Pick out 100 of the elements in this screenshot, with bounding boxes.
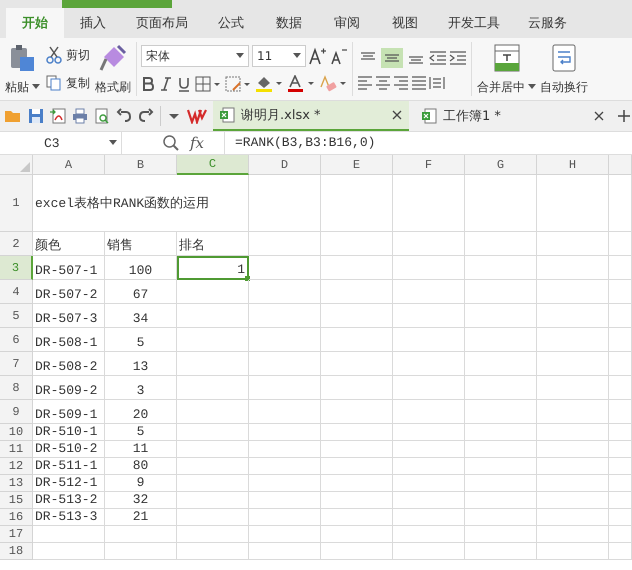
menu-tab[interactable]: 公式	[202, 8, 260, 38]
underline-icon[interactable]	[177, 76, 191, 92]
fx-label[interactable]: fx	[190, 134, 214, 152]
export-pdf-icon[interactable]	[50, 108, 66, 124]
align-left-icon[interactable]	[357, 76, 373, 90]
table-cell[interactable]	[177, 328, 249, 352]
row-header[interactable]: 9	[0, 400, 33, 424]
caret-icon	[32, 84, 40, 90]
redo-icon[interactable]	[138, 108, 154, 124]
document-tab[interactable]: 谢明月.xlsx *	[213, 101, 409, 131]
name-box[interactable]: C3	[0, 132, 122, 154]
row-header[interactable]: 5	[0, 304, 33, 328]
row-header[interactable]: 10	[0, 424, 33, 441]
increase-indent-icon[interactable]	[449, 51, 467, 65]
table-cell[interactable]	[177, 376, 249, 400]
table-cell[interactable]	[177, 400, 249, 424]
cut-button[interactable]: 剪切	[45, 46, 90, 64]
row-header[interactable]: 2	[0, 232, 33, 256]
align-right-icon[interactable]	[393, 76, 409, 90]
table-cell: 5	[105, 328, 177, 352]
row-header[interactable]: 1	[0, 175, 33, 232]
caret-icon	[236, 53, 244, 59]
menu-tab[interactable]: 数据	[260, 8, 318, 38]
borders-icon[interactable]	[195, 76, 221, 92]
distributed-align-icon[interactable]	[429, 76, 445, 90]
table-cell[interactable]	[177, 492, 249, 509]
table-cell[interactable]	[177, 458, 249, 475]
table-cell	[321, 492, 393, 509]
table-cell[interactable]: 1	[177, 256, 249, 280]
table-cell	[393, 509, 465, 526]
column-header[interactable]: G	[465, 155, 537, 175]
row-header[interactable]: 13	[0, 475, 33, 492]
row-header[interactable]: 12	[0, 458, 33, 475]
row-header[interactable]: 7	[0, 352, 33, 376]
undo-icon[interactable]	[116, 108, 132, 124]
format-painter-button[interactable]: 格式刷	[94, 42, 132, 96]
row-header[interactable]: 15	[0, 492, 33, 509]
font-size-dropdown[interactable]: 11	[252, 45, 306, 67]
column-header[interactable]: H	[537, 155, 609, 175]
menu-tab[interactable]: 开始	[6, 8, 64, 38]
table-cell[interactable]	[177, 441, 249, 458]
table-cell[interactable]	[177, 509, 249, 526]
row-header[interactable]: 4	[0, 280, 33, 304]
table-cell[interactable]	[177, 352, 249, 376]
wrap-text-button[interactable]: 自动换行	[539, 42, 589, 96]
row-header[interactable]: 16	[0, 509, 33, 526]
column-header[interactable]: F	[393, 155, 465, 175]
new-tab-plus-icon[interactable]	[617, 109, 631, 123]
print-preview-icon[interactable]	[94, 108, 110, 124]
table-cell	[321, 232, 393, 256]
row-header[interactable]: 17	[0, 526, 33, 543]
column-header[interactable]: B	[105, 155, 177, 175]
app-logo-icon[interactable]	[187, 108, 207, 124]
fill-color-icon[interactable]	[255, 75, 283, 93]
merge-center-button[interactable]: 合并居中	[476, 42, 537, 96]
search-icon[interactable]	[162, 134, 180, 152]
column-header[interactable]: E	[321, 155, 393, 175]
table-cell	[609, 232, 632, 256]
table-cell	[609, 458, 632, 475]
save-icon[interactable]	[28, 108, 44, 124]
table-cell[interactable]: 排名	[177, 232, 249, 256]
row-header[interactable]: 8	[0, 376, 33, 400]
table-cell	[465, 424, 537, 441]
column-header[interactable]: D	[249, 155, 321, 175]
justify-icon[interactable]	[411, 76, 427, 90]
menu-tab[interactable]: 页面布局	[122, 8, 202, 38]
cell-style-icon[interactable]	[225, 76, 251, 92]
italic-icon[interactable]	[159, 76, 173, 92]
row-header[interactable]: 6	[0, 328, 33, 352]
copy-button[interactable]: 复制	[45, 74, 90, 92]
table-cell	[465, 376, 537, 400]
menu-tab[interactable]: 审阅	[318, 8, 376, 38]
table-cell	[465, 175, 537, 232]
menu-tab[interactable]: 云服务	[514, 8, 581, 38]
menu-tab[interactable]: 开发工具	[434, 8, 514, 38]
document-tab[interactable]: 工作簿1 *	[415, 101, 611, 131]
table-cell[interactable]	[177, 543, 249, 560]
paste-button[interactable]: 粘贴	[4, 42, 41, 96]
increase-font-icon[interactable]	[309, 46, 327, 66]
vertical-align-icon[interactable]	[381, 48, 403, 68]
column-header[interactable]: A	[33, 155, 105, 175]
font-name-dropdown[interactable]: 宋体	[141, 45, 249, 67]
table-cell[interactable]	[177, 526, 249, 543]
table-cell[interactable]	[177, 280, 249, 304]
align-center-icon[interactable]	[375, 76, 391, 90]
formula-input[interactable]: =RANK(B3,B3:B16,0)	[224, 132, 632, 154]
table-cell[interactable]	[177, 475, 249, 492]
menu-tab[interactable]: 视图	[376, 8, 434, 38]
bold-icon[interactable]	[141, 76, 155, 92]
close-icon[interactable]	[593, 110, 605, 122]
table-cell[interactable]	[177, 424, 249, 441]
close-icon[interactable]	[391, 109, 403, 121]
caret-icon	[109, 140, 117, 146]
font-color-icon[interactable]	[287, 75, 315, 93]
row-header[interactable]: 18	[0, 543, 33, 560]
menu-tab[interactable]: 插入	[64, 8, 122, 38]
print-icon[interactable]	[72, 108, 88, 124]
table-cell[interactable]	[177, 304, 249, 328]
decrease-indent-icon[interactable]	[429, 51, 447, 65]
row-header[interactable]: 11	[0, 441, 33, 458]
